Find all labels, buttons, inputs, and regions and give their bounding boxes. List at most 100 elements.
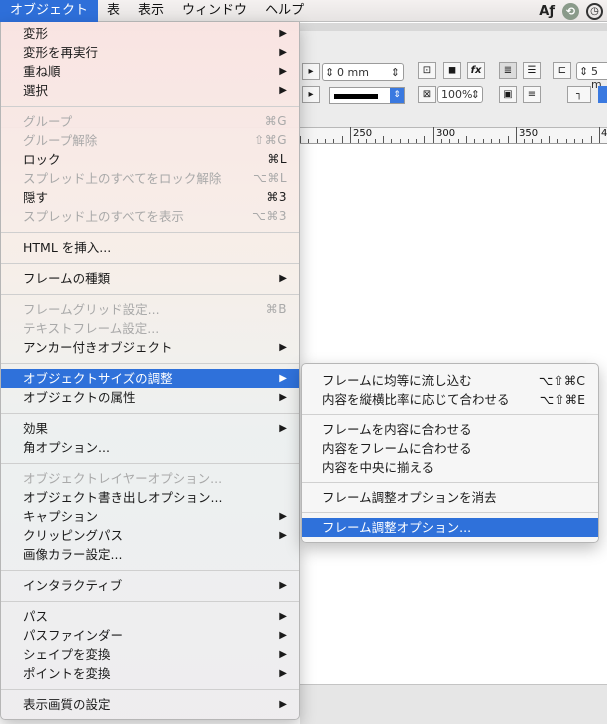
submenu-item[interactable]: フレームを内容に合わせる	[302, 420, 598, 439]
ruler-tick	[566, 139, 567, 143]
text-wrap-icon[interactable]: ☰	[523, 62, 541, 79]
ruler-label: 300	[436, 128, 456, 139]
stroke-type-select[interactable]: ⇕	[329, 87, 405, 104]
menu-item[interactable]: ロック ⌘L	[1, 150, 299, 169]
menu-item[interactable]: 角オプション...	[1, 438, 299, 457]
menu-item[interactable]: インタラクティブ ▶	[1, 576, 299, 595]
adobe-icon[interactable]: Aƒ	[539, 2, 555, 20]
menu-item[interactable]: キャプション ▶	[1, 507, 299, 526]
submenu-arrow-icon: ▶	[279, 273, 287, 284]
ruler-label: 350	[519, 128, 539, 139]
submenu-item-label: 内容を縦横比率に応じて合わせる	[322, 392, 510, 407]
menu-help[interactable]: ヘルプ	[256, 0, 313, 22]
ruler-tick	[557, 139, 558, 143]
menu-item[interactable]: HTML を挿入...	[1, 238, 299, 257]
submenu-item[interactable]: フレームに均等に流し込む ⌥⇧⌘C	[302, 371, 598, 390]
submenu-arrow-icon: ▶	[279, 668, 287, 679]
menu-item: グループ解除 ⇧⌘G	[1, 131, 299, 150]
time-machine-icon[interactable]: ◷	[586, 2, 603, 20]
stepper-arrow[interactable]: ▸	[302, 86, 320, 103]
ruler-tick	[342, 136, 343, 143]
menu-item-label: 変形	[23, 26, 49, 41]
ruler-tick	[524, 139, 525, 143]
menu-item[interactable]: ポイントを変換 ▶	[1, 664, 299, 683]
ruler-tick	[375, 139, 376, 143]
menu-table[interactable]: 表	[98, 0, 129, 22]
fit-frame-icon[interactable]: ⊡	[418, 62, 436, 79]
menu-item[interactable]: 重ね順 ▶	[1, 62, 299, 81]
stroke-weight-field[interactable]: ⇕ 0 mm ⇕	[322, 63, 404, 81]
menu-item[interactable]: オブジェクト書き出しオプション...	[1, 488, 299, 507]
menu-item[interactable]: シェイプを変換 ▶	[1, 645, 299, 664]
menu-item-label: 変形を再実行	[23, 45, 99, 60]
align-lines-icon[interactable]: ≣	[499, 62, 517, 79]
menu-item-label: スプレッド上のすべてを表示	[23, 209, 184, 224]
corner-size-icon[interactable]: ⊏	[553, 62, 571, 79]
size-field[interactable]: ⇕ 5 m	[576, 62, 607, 91]
submenu-arrow-icon: ▶	[279, 649, 287, 660]
menu-item[interactable]: アンカー付きオブジェクト ▶	[1, 338, 299, 357]
ruler-tick	[582, 139, 583, 143]
menu-view[interactable]: 表示	[129, 0, 173, 22]
menu-item-label: 選択	[23, 83, 49, 98]
keyboard-shortcut: ⌥⇧⌘C	[538, 373, 585, 388]
distribute-icon[interactable]: ≡	[523, 86, 541, 103]
corner-shape-dropdown[interactable]	[598, 86, 607, 103]
menu-item-label: 効果	[23, 421, 49, 436]
submenu-item[interactable]: 内容をフレームに合わせる	[302, 439, 598, 458]
ruler-tick	[317, 139, 318, 143]
submenu-item[interactable]: フレーム調整オプションを消去	[302, 488, 598, 507]
effects-fx-icon[interactable]: fx	[467, 62, 485, 79]
menu-item[interactable]: クリッピングパス ▶	[1, 526, 299, 545]
menu-item[interactable]: 変形を再実行 ▶	[1, 43, 299, 62]
menu-item: スプレッド上のすべてをロック解除 ⌥⌘L	[1, 169, 299, 188]
ruler-tick	[433, 127, 434, 143]
submenu-item[interactable]: 内容を中央に揃える	[302, 458, 598, 477]
ruler-tick	[400, 139, 401, 143]
menu-item-label: シェイプを変換	[23, 647, 111, 662]
menu-item[interactable]: 画像カラー設定...	[1, 545, 299, 564]
submenu-arrow-icon: ▶	[279, 66, 287, 77]
ruler-tick	[416, 139, 417, 143]
menu-item[interactable]: 表示画質の設定 ▶	[1, 695, 299, 714]
stepper-arrow[interactable]: ▸	[302, 63, 320, 80]
scale-field[interactable]: 100% ⇕	[437, 86, 483, 103]
opacity-icon[interactable]: ⊠	[418, 86, 436, 103]
menu-item[interactable]: 変形 ▶	[1, 24, 299, 43]
submenu-item-label: フレーム調整オプションを消去	[322, 490, 497, 505]
submenu-arrow-icon: ▶	[279, 373, 287, 384]
menu-item[interactable]: 効果 ▶	[1, 419, 299, 438]
menu-separator	[1, 407, 299, 419]
center-content-icon[interactable]: ▣	[499, 86, 517, 103]
menu-item[interactable]: パス ▶	[1, 607, 299, 626]
submenu-item[interactable]: 内容を縦横比率に応じて合わせる ⌥⇧⌘E	[302, 390, 598, 409]
submenu-arrow-icon: ▶	[279, 580, 287, 591]
menu-item-label: グループ	[23, 114, 73, 129]
corner-shape-icon[interactable]: ┐	[567, 86, 591, 103]
submenu-separator	[302, 507, 598, 518]
fitting-submenu: フレームに均等に流し込む ⌥⇧⌘C 内容を縦横比率に応じて合わせる ⌥⇧⌘E フレームを…	[301, 363, 599, 543]
menu-item[interactable]: パスファインダー ▶	[1, 626, 299, 645]
menu-item-label: キャプション	[23, 509, 99, 524]
menu-item[interactable]: オブジェクトサイズの調整 ▶	[1, 369, 299, 388]
menu-item[interactable]: オブジェクトの属性 ▶	[1, 388, 299, 407]
menu-separator	[1, 257, 299, 269]
submenu-arrow-icon: ▶	[279, 611, 287, 622]
menu-item-label: スプレッド上のすべてをロック解除	[23, 171, 222, 186]
menu-separator	[1, 683, 299, 695]
ruler-tick	[516, 127, 517, 143]
ruler-tick	[333, 139, 334, 143]
submenu-item-label: フレームを内容に合わせる	[322, 422, 472, 437]
ruler-tick	[449, 139, 450, 143]
menu-object[interactable]: オブジェクト	[0, 0, 99, 22]
menu-item[interactable]: 選択 ▶	[1, 81, 299, 100]
menu-item[interactable]: 隠す ⌘3	[1, 188, 299, 207]
sync-icon[interactable]: ⟲	[562, 2, 579, 20]
keyboard-shortcut: ⌥⇧⌘E	[539, 392, 585, 407]
menu-window[interactable]: ウィンドウ	[173, 0, 256, 22]
submenu-item[interactable]: フレーム調整オプション...	[302, 518, 598, 537]
drop-shadow-icon[interactable]: ◼	[443, 62, 461, 79]
menu-item-label: オブジェクトレイヤーオプション...	[23, 471, 223, 486]
menu-item-label: 画像カラー設定...	[23, 547, 123, 562]
menu-item[interactable]: フレームの種類 ▶	[1, 269, 299, 288]
